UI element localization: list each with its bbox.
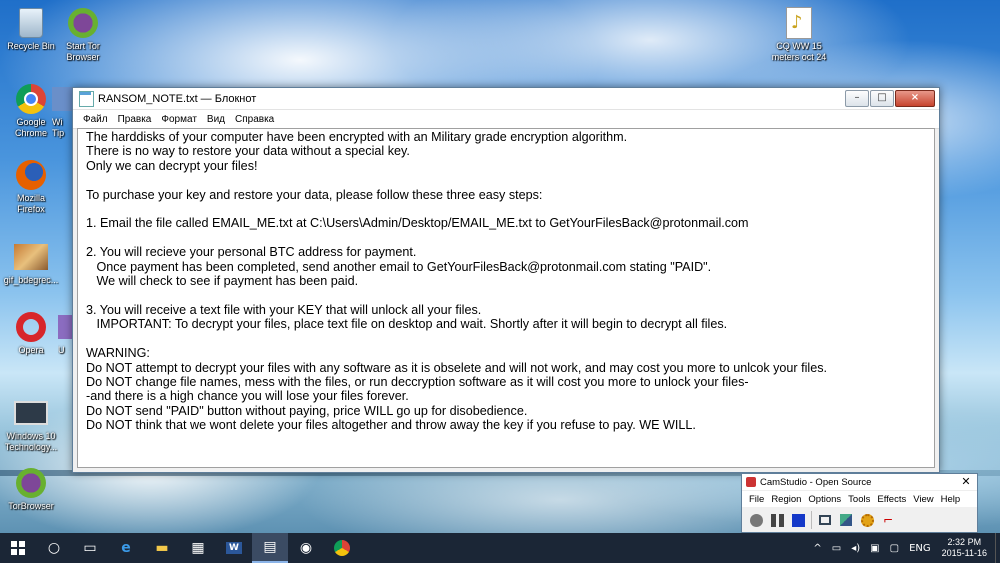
search-button[interactable]: ○ bbox=[36, 533, 72, 563]
maximize-button[interactable]: □ bbox=[870, 90, 894, 107]
chrome-icon bbox=[16, 84, 46, 114]
pause-icon bbox=[770, 513, 784, 527]
desktop-icon-start-tor-browser[interactable]: Start Tor Browser bbox=[52, 6, 114, 63]
annotate-button[interactable]: ⌐ bbox=[880, 512, 896, 528]
audio-file-icon bbox=[786, 7, 812, 39]
notepad-icon bbox=[79, 90, 94, 107]
options-button[interactable] bbox=[838, 512, 854, 528]
menu-view[interactable]: Вид bbox=[207, 114, 225, 125]
region-icon bbox=[819, 515, 831, 525]
taskbar-word[interactable]: W bbox=[216, 533, 252, 563]
edge-icon: e bbox=[121, 540, 131, 556]
effects-button[interactable] bbox=[859, 512, 875, 528]
stop-icon bbox=[791, 513, 805, 527]
taskbar-store[interactable]: ▦ bbox=[180, 533, 216, 563]
camstudio-window[interactable]: CamStudio - Open Source ✕ File Region Op… bbox=[741, 473, 978, 533]
system-tray: ^ ▭ ◂) ▣ ▢ ENG 2:32 PM 2015-11-16 bbox=[808, 533, 1000, 563]
cs-menu-options[interactable]: Options bbox=[808, 494, 841, 505]
network-icon[interactable]: ▣ bbox=[870, 543, 879, 554]
search-icon: ○ bbox=[47, 540, 61, 556]
menu-file[interactable]: Файл bbox=[83, 114, 108, 125]
tor-icon bbox=[68, 8, 98, 38]
desktop-icon-label: CQ WW 15 meters oct 24 bbox=[771, 41, 827, 62]
cs-menu-tools[interactable]: Tools bbox=[848, 494, 870, 505]
language-indicator[interactable]: ENG bbox=[909, 543, 931, 554]
desktop-icon-audio-file[interactable]: CQ WW 15 meters oct 24 bbox=[766, 6, 832, 63]
taskbar-camstudio[interactable]: ◉ bbox=[288, 533, 324, 563]
notepad-taskbar-icon: ▤ bbox=[263, 539, 277, 555]
cs-menu-view[interactable]: View bbox=[913, 494, 933, 505]
desktop-icon-opera[interactable]: Opera bbox=[0, 310, 62, 356]
show-desktop-button[interactable] bbox=[995, 533, 1000, 563]
windows-icon bbox=[11, 541, 25, 555]
clock-time: 2:32 PM bbox=[947, 537, 982, 547]
cs-menu-file[interactable]: File bbox=[749, 494, 764, 505]
taskbar-chrome[interactable] bbox=[324, 533, 360, 563]
toolbar-separator bbox=[811, 511, 812, 529]
camstudio-icon bbox=[746, 477, 756, 487]
desktop-icon-label: TorBrowser bbox=[8, 501, 54, 511]
camstudio-title-bar[interactable]: CamStudio - Open Source ✕ bbox=[742, 474, 977, 490]
menu-edit[interactable]: Правка bbox=[118, 114, 152, 125]
minimize-button[interactable]: – bbox=[845, 90, 869, 107]
desktop-icon-tor-browser[interactable]: TorBrowser bbox=[0, 466, 62, 512]
desktop-icon-gif-file[interactable]: gif_bdegrec... bbox=[0, 240, 62, 286]
menu-help[interactable]: Справка bbox=[235, 114, 274, 125]
taskbar: ○ ▭ e ▬ ▦ W ▤ ◉ ^ ▭ ◂) ▣ ▢ ENG 2:32 PM 2… bbox=[0, 533, 1000, 563]
cs-menu-help[interactable]: Help bbox=[941, 494, 961, 505]
menu-bar: Файл Правка Формат Вид Справка bbox=[73, 110, 939, 129]
message-icon[interactable]: ▢ bbox=[890, 543, 899, 554]
gif-icon bbox=[14, 244, 48, 270]
window-title: RANSOM_NOTE.txt — Блокнот bbox=[98, 92, 257, 105]
task-view-icon: ▭ bbox=[83, 540, 97, 556]
effects-icon bbox=[860, 513, 874, 527]
store-icon: ▦ bbox=[191, 540, 205, 556]
desktop-icon-label: Mozilla Firefox bbox=[16, 193, 45, 214]
video-icon bbox=[14, 401, 48, 425]
camstudio-toolbar: ⌐ bbox=[742, 507, 977, 533]
notepad-title-bar[interactable]: RANSOM_NOTE.txt — Блокнот – □ × bbox=[73, 88, 939, 110]
stop-button[interactable] bbox=[790, 512, 806, 528]
desktop-icon-label: Opera bbox=[18, 345, 44, 355]
word-icon: W bbox=[226, 542, 242, 554]
cs-menu-region[interactable]: Region bbox=[771, 494, 801, 505]
close-icon[interactable]: ✕ bbox=[955, 475, 977, 489]
volume-icon[interactable]: ◂) bbox=[851, 543, 860, 554]
task-view-button[interactable]: ▭ bbox=[72, 533, 108, 563]
annotate-icon: ⌐ bbox=[882, 513, 894, 527]
clock-date: 2015-11-16 bbox=[941, 548, 987, 558]
region-button[interactable] bbox=[817, 512, 833, 528]
cs-menu-effects[interactable]: Effects bbox=[877, 494, 906, 505]
record-button[interactable] bbox=[748, 512, 764, 528]
notepad-window[interactable]: RANSOM_NOTE.txt — Блокнот – □ × Файл Пра… bbox=[72, 87, 940, 473]
ransom-note-text[interactable]: The harddisks of your computer have been… bbox=[78, 129, 934, 433]
battery-icon[interactable]: ▭ bbox=[832, 543, 841, 554]
desktop-icon-label: gif_bdegrec... bbox=[3, 275, 59, 285]
tor-icon bbox=[16, 468, 46, 498]
recycle-bin-icon bbox=[19, 8, 43, 38]
taskbar-notepad[interactable]: ▤ bbox=[252, 533, 288, 563]
camstudio-menu-bar: File Region Options Tools Effects View H… bbox=[742, 490, 977, 507]
camstudio-taskbar-icon: ◉ bbox=[299, 540, 313, 556]
camstudio-title: CamStudio - Open Source bbox=[760, 476, 872, 488]
folder-icon: ▬ bbox=[155, 540, 169, 556]
firefox-icon bbox=[16, 160, 46, 190]
taskbar-edge[interactable]: e bbox=[108, 533, 144, 563]
text-area[interactable]: The harddisks of your computer have been… bbox=[77, 128, 935, 468]
close-button[interactable]: × bbox=[895, 90, 935, 107]
chrome-icon bbox=[334, 540, 350, 556]
taskbar-file-explorer[interactable]: ▬ bbox=[144, 533, 180, 563]
options-icon bbox=[840, 514, 852, 526]
start-button[interactable] bbox=[0, 533, 36, 563]
pause-button[interactable] bbox=[769, 512, 785, 528]
clock[interactable]: 2:32 PM 2015-11-16 bbox=[942, 537, 987, 559]
desktop-icon-label: Windows 10 Technology... bbox=[4, 431, 58, 452]
menu-format[interactable]: Формат bbox=[161, 114, 197, 125]
chevron-up-icon[interactable]: ^ bbox=[813, 543, 821, 554]
desktop-icon-mozilla-firefox[interactable]: Mozilla Firefox bbox=[0, 158, 62, 215]
record-icon bbox=[749, 513, 763, 527]
desktop-icon-windows10-technology[interactable]: Windows 10 Technology... bbox=[0, 396, 62, 453]
desktop-icon-label: Start Tor Browser bbox=[66, 41, 100, 62]
opera-icon bbox=[16, 312, 46, 342]
